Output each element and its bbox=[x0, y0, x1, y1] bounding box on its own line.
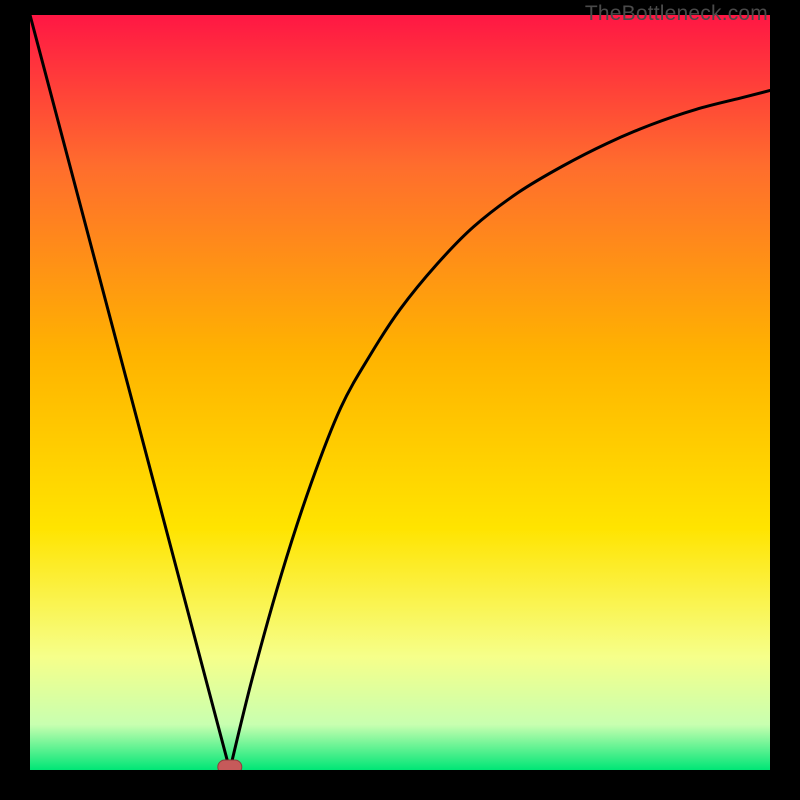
chart-frame: TheBottleneck.com bbox=[0, 0, 800, 800]
vertex-marker bbox=[218, 760, 242, 770]
plot-area bbox=[30, 15, 770, 770]
chart-svg bbox=[30, 15, 770, 770]
watermark-text: TheBottleneck.com bbox=[585, 2, 768, 26]
gradient-background bbox=[30, 15, 770, 770]
